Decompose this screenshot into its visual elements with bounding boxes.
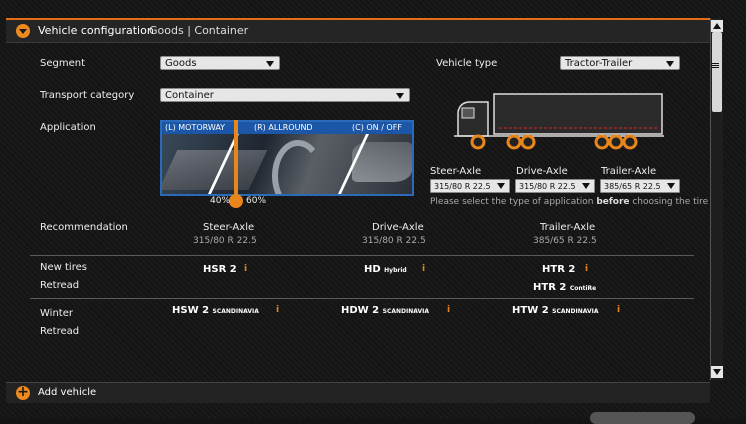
steer-axle-label: Steer-Axle [430, 166, 482, 177]
application-selector[interactable]: (L) MOTORWAY (R) ALLROUND (C) ON / OFF [160, 120, 414, 196]
application-label: Application [40, 122, 96, 133]
tire-variant: ContiRe [569, 285, 597, 292]
scroll-thumb[interactable] [712, 32, 722, 112]
transport-category-select[interactable]: Container [160, 88, 410, 102]
tire-hd-hybrid[interactable]: HD Hybrid [364, 264, 407, 275]
axle-note: Please select the type of application be… [430, 197, 723, 207]
transport-category-value: Container [165, 90, 214, 101]
recommendation-label: Recommendation [40, 222, 128, 233]
chevron-down-icon[interactable] [16, 24, 30, 38]
left-percent: 40% [210, 196, 231, 206]
drive-axle-label: Drive-Axle [516, 166, 568, 177]
new-tires-label: New tires [40, 262, 87, 273]
divider [30, 255, 694, 256]
vehicle-type-select[interactable]: Tractor-Trailer [560, 56, 680, 70]
application-header: (L) MOTORWAY (R) ALLROUND (C) ON / OFF [162, 122, 412, 134]
right-percent: 60% [246, 196, 267, 206]
info-icon[interactable]: i [244, 264, 247, 274]
info-icon[interactable]: i [447, 305, 450, 315]
vehicle-type-label: Vehicle type [436, 58, 498, 69]
rec-steer-title: Steer-Axle [203, 222, 255, 233]
menu-icon [712, 62, 719, 69]
chevron-down-icon [266, 61, 274, 67]
vehicle-config-header[interactable]: Vehicle configuration Goods | Container [6, 20, 710, 43]
onoff-label: (C) ON / OFF [352, 123, 402, 132]
chevron-down-icon [497, 183, 505, 189]
info-icon[interactable]: i [276, 305, 279, 315]
segment-select[interactable]: Goods [160, 56, 280, 70]
winter-label: Winter [40, 308, 73, 319]
arrow-down-icon[interactable] [711, 366, 723, 378]
note-text: choosing the tire siz [629, 197, 723, 207]
tire-htr2-contire[interactable]: HTR 2 ContiRe [533, 282, 596, 293]
tire-variant: SCANDINAVIA [552, 308, 599, 315]
note-text: Please select the type of application [430, 197, 597, 207]
header-title: Vehicle configuration [38, 24, 154, 37]
steer-axle-value: 315/80 R 22.5 [434, 182, 491, 191]
rec-drive-size: 315/80 R 22.5 [362, 236, 426, 246]
trailer-axle-select[interactable]: 385/65 R 22.5 [600, 179, 680, 193]
info-icon[interactable]: i [422, 264, 425, 274]
header-subtitle: Goods | Container [149, 24, 249, 37]
rec-drive-title: Drive-Axle [372, 222, 424, 233]
rec-steer-size: 315/80 R 22.5 [193, 236, 257, 246]
chevron-down-icon [582, 183, 590, 189]
divider [30, 298, 694, 299]
tire-name: HSW 2 [172, 305, 210, 316]
winter-retread-label: Retread [40, 326, 80, 337]
truck-image [454, 93, 664, 150]
add-vehicle-label: Add vehicle [38, 387, 97, 398]
steer-axle-select[interactable]: 315/80 R 22.5 [430, 179, 510, 193]
tire-htr2[interactable]: HTR 2 [542, 264, 575, 275]
new-tires-retread-label: Retread [40, 280, 80, 291]
tire-hsw2[interactable]: HSW 2 SCANDINAVIA [172, 305, 259, 316]
allround-image [272, 140, 324, 194]
scrollbar[interactable] [710, 18, 723, 380]
tire-name: HTR 2 [533, 282, 567, 293]
vehicle-type-value: Tractor-Trailer [565, 58, 633, 69]
trailer-axle-value: 385/65 R 22.5 [604, 182, 661, 191]
allround-label: (R) ALLROUND [254, 123, 313, 132]
tire-hsr2[interactable]: HSR 2 [203, 264, 237, 275]
segment-value: Goods [165, 58, 197, 69]
transport-category-label: Transport category [40, 90, 135, 101]
trailer-axle-label: Trailer-Axle [601, 166, 657, 177]
tire-hdw2[interactable]: HDW 2 SCANDINAVIA [341, 305, 429, 316]
segment-label: Segment [40, 58, 85, 69]
chevron-down-icon [667, 183, 675, 189]
info-icon[interactable]: i [617, 305, 620, 315]
motorway-label: (L) MOTORWAY [165, 123, 226, 132]
drive-axle-value: 315/80 R 22.5 [519, 182, 576, 191]
drive-axle-select[interactable]: 315/80 R 22.5 [515, 179, 595, 193]
tire-htw2[interactable]: HTW 2 SCANDINAVIA [512, 305, 599, 316]
rec-trailer-title: Trailer-Axle [540, 222, 596, 233]
plus-icon[interactable]: + [16, 385, 30, 400]
add-vehicle-bar[interactable]: + Add vehicle [6, 382, 710, 403]
tire-variant: SCANDINAVIA [382, 308, 430, 315]
tire-variant: Hybrid [384, 267, 407, 274]
tire-name: HDW 2 [341, 305, 380, 316]
note-bold: before [596, 197, 630, 207]
application-slider[interactable] [234, 120, 238, 196]
rec-trailer-size: 385/65 R 22.5 [533, 236, 597, 246]
chevron-down-icon [666, 61, 674, 67]
info-icon[interactable]: i [585, 264, 588, 274]
tire-variant: SCANDINAVIA [212, 308, 259, 315]
chevron-down-icon [396, 93, 404, 99]
footer-button[interactable] [590, 412, 695, 424]
arrow-up-icon[interactable] [711, 20, 723, 32]
tire-name: HTW 2 [512, 305, 549, 316]
tire-name: HD [364, 264, 381, 275]
slider-handle[interactable] [229, 194, 243, 208]
